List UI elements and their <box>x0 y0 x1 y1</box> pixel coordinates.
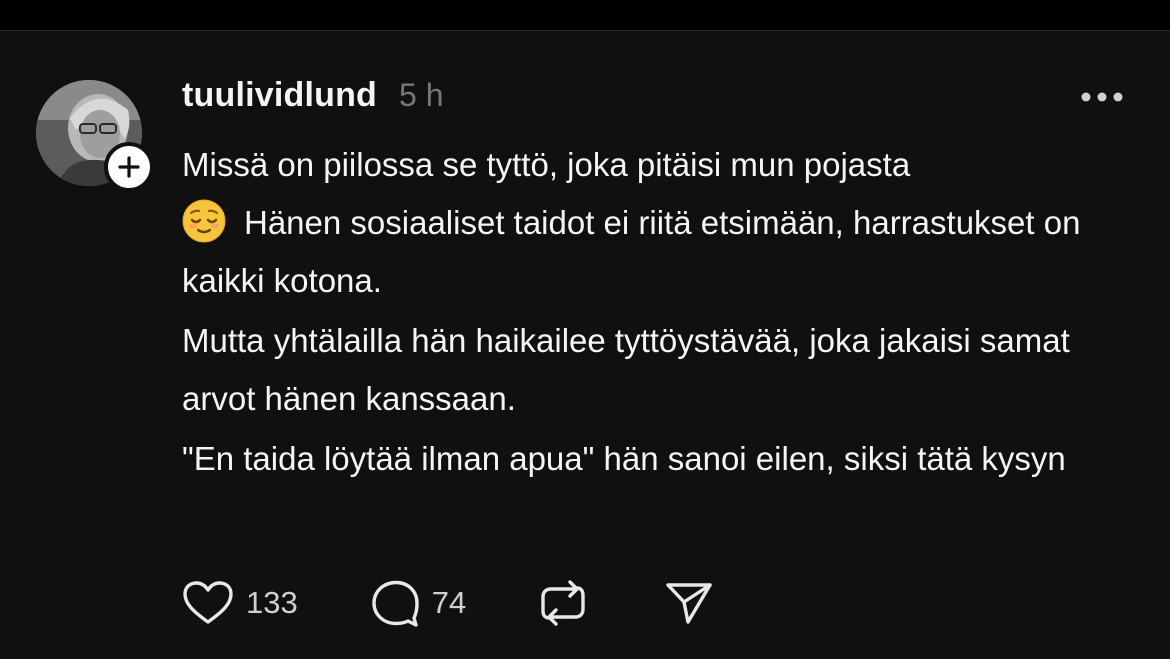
action-bar: 133 74 <box>182 578 714 628</box>
follow-button[interactable] <box>104 142 154 192</box>
more-options-button[interactable] <box>1076 82 1128 116</box>
paragraph-3: "En taida löytää ilman apua" hän sanoi e… <box>182 440 1066 477</box>
reply-count: 74 <box>431 585 467 620</box>
share-button[interactable] <box>664 580 714 626</box>
timestamp[interactable]: 5 h <box>399 77 443 114</box>
paragraph-1-rest: Hänen sosiaaliset taidot ei riitä etsimä… <box>182 204 1081 299</box>
repost-button[interactable] <box>538 578 588 628</box>
more-horizontal-icon <box>1080 90 1124 108</box>
send-icon <box>664 580 714 626</box>
speech-bubble-icon <box>370 578 420 628</box>
heart-icon <box>182 580 234 626</box>
paragraph-1: Missä on piilossa se tyttö, joka pitäisi… <box>182 136 1142 310</box>
reply-button[interactable]: 74 <box>370 578 466 628</box>
relieved-face-emoji-icon <box>182 199 226 243</box>
paragraph-1-line-1: Missä on piilossa se tyttö, joka pitäisi… <box>182 146 911 183</box>
like-count: 133 <box>246 585 298 620</box>
paragraph-2: Mutta yhtälailla hän haikailee tyttöystä… <box>182 322 1070 417</box>
like-button[interactable]: 133 <box>182 580 298 626</box>
post-body: Missä on piilossa se tyttö, joka pitäisi… <box>182 136 1142 490</box>
post-header: tuulividlund 5 h <box>182 76 444 120</box>
username[interactable]: tuulividlund <box>182 76 377 115</box>
avatar-container[interactable] <box>36 80 154 192</box>
repost-icon <box>538 578 588 628</box>
plus-icon <box>117 155 141 179</box>
